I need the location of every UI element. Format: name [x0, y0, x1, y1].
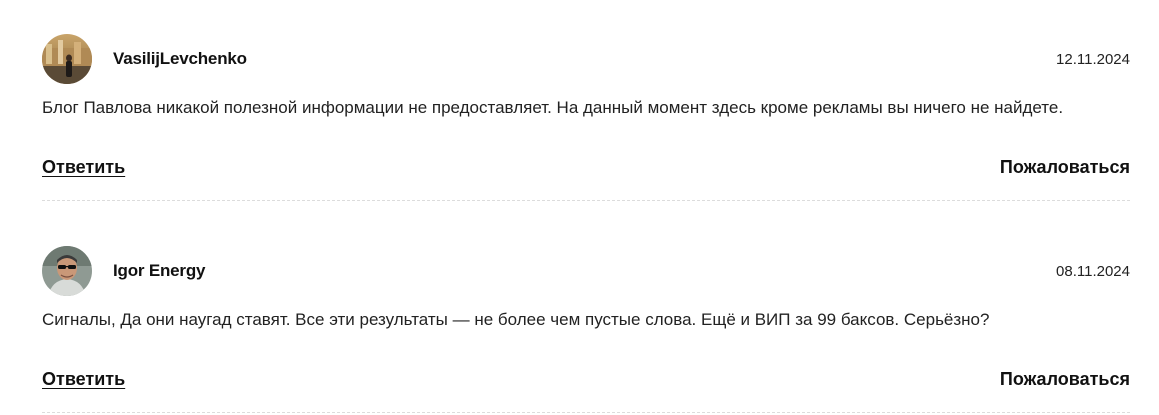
comment-date: 08.11.2024	[1056, 263, 1130, 280]
comment-author: VasilijLevchenko	[113, 49, 247, 68]
comment-header: VasilijLevchenko 12.11.2024	[42, 34, 1130, 84]
comment-header: Igor Energy 08.11.2024	[42, 246, 1130, 296]
comment-author: Igor Energy	[113, 261, 206, 280]
report-button[interactable]: Пожаловаться	[1000, 157, 1130, 178]
divider	[42, 200, 1130, 201]
comments-list: VasilijLevchenko 12.11.2024 Блог Павлова…	[0, 0, 1159, 415]
reply-link[interactable]: Ответить	[42, 157, 125, 178]
comment-actions: Ответить Пожаловаться	[42, 157, 1130, 181]
reply-link[interactable]: Ответить	[42, 369, 125, 390]
avatar	[42, 246, 92, 296]
comment-text: Сигналы, Да они наугад ставят. Все эти р…	[42, 310, 990, 329]
comment: VasilijLevchenko 12.11.2024 Блог Павлова…	[42, 34, 1130, 201]
comment-date: 12.11.2024	[1056, 51, 1130, 68]
comment: Igor Energy 08.11.2024 Сигналы, Да они н…	[42, 246, 1130, 413]
comment-text: Блог Павлова никакой полезной информации…	[42, 98, 1064, 117]
comment-actions: Ответить Пожаловаться	[42, 369, 1130, 393]
report-button[interactable]: Пожаловаться	[1000, 369, 1130, 390]
divider	[42, 412, 1130, 413]
avatar	[42, 34, 92, 84]
